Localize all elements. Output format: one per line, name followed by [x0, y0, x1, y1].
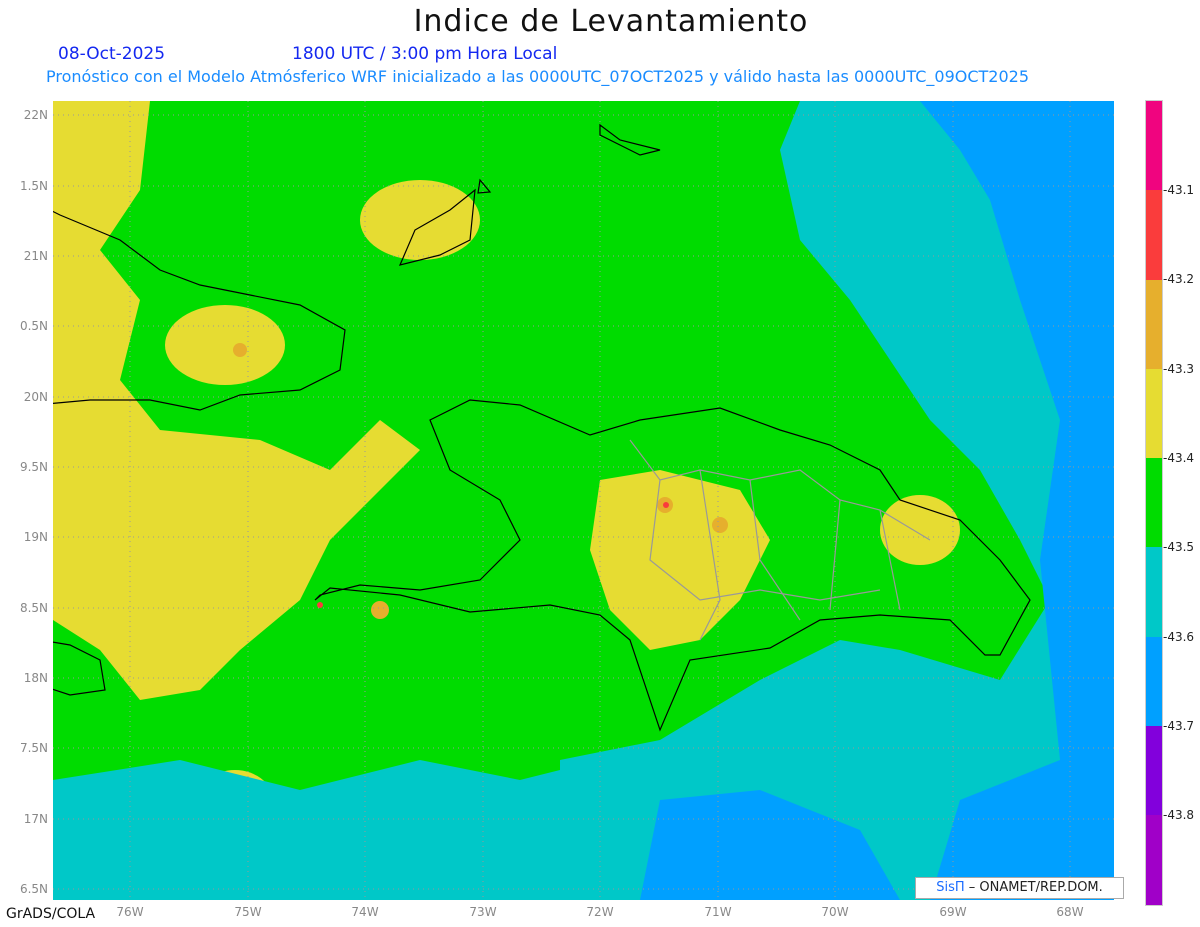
lifted-index-map: [53, 101, 1114, 900]
colorbar-label: -43.8: [1163, 808, 1195, 823]
colorbar-swatch: [1146, 636, 1162, 727]
lat-label: 22N: [23, 108, 48, 122]
lon-label: 68W: [1056, 905, 1084, 919]
lon-label: 71W: [704, 905, 732, 919]
lat-label: 6.5N: [19, 882, 48, 896]
forecast-date: 08-Oct-2025: [58, 44, 166, 64]
lat-label: 21N: [23, 249, 48, 263]
colorbar-swatch: [1146, 547, 1162, 637]
field-yellow-cuba: [165, 305, 285, 385]
lat-label: 19N: [23, 530, 48, 544]
field-orange-spot: [712, 517, 728, 533]
colorbar-label: -43.7: [1163, 718, 1195, 733]
colorbar-label: -43.4: [1163, 450, 1195, 465]
onamet-logo: SisΠ – ONAMET/REP.DOM.: [915, 877, 1124, 899]
lon-label: 73W: [469, 905, 497, 919]
colorbar-label: -43.6: [1163, 629, 1195, 644]
field-yellow-north: [360, 180, 480, 260]
field-yellow-east: [880, 495, 960, 565]
lon-label: 72W: [586, 905, 614, 919]
lat-label: 1.5N: [19, 179, 48, 193]
field-red-spot: [317, 602, 323, 608]
colorbar-label: -43.2: [1163, 272, 1195, 287]
lat-label: 18N: [23, 671, 48, 685]
colorbar-swatch: [1146, 101, 1162, 191]
grads-credit: GrADS/COLA: [6, 906, 96, 922]
colorbar: [1145, 100, 1163, 906]
colorbar-label: -43.1: [1163, 183, 1195, 197]
lat-label: 9.5N: [19, 460, 48, 474]
logo-text: – ONAMET/REP.DOM.: [968, 880, 1103, 895]
forecast-time: 1800 UTC / 3:00 pm Hora Local: [292, 44, 558, 64]
lat-label: 17N: [23, 812, 48, 826]
field-orange-spot: [371, 601, 389, 619]
colorbar-swatch: [1146, 368, 1162, 459]
lat-label: 7.5N: [19, 741, 48, 755]
map-title: Indice de Levantamiento: [413, 4, 809, 39]
colorbar-swatch: [1146, 726, 1162, 816]
field-red-spot: [663, 502, 669, 508]
lat-label: 20N: [23, 390, 48, 404]
lon-label: 70W: [821, 905, 849, 919]
lon-label: 75W: [234, 905, 262, 919]
lon-label: 76W: [116, 905, 144, 919]
logo-sis: SisΠ: [936, 880, 965, 895]
colorbar-label: -43.5: [1163, 540, 1195, 555]
colorbar-label: -43.3: [1163, 361, 1195, 376]
colorbar-swatch: [1146, 815, 1162, 905]
lat-label: 0.5N: [19, 319, 48, 333]
lon-label: 74W: [351, 905, 379, 919]
colorbar-swatch: [1146, 190, 1162, 280]
lon-label: 69W: [939, 905, 967, 919]
colorbar-swatch: [1146, 279, 1162, 369]
forecast-subtitle: Pronóstico con el Modelo Atmósferico WRF…: [46, 67, 1030, 86]
field-orange-spot: [233, 343, 247, 357]
colorbar-swatch: [1146, 458, 1162, 548]
lat-label: 8.5N: [19, 601, 48, 615]
